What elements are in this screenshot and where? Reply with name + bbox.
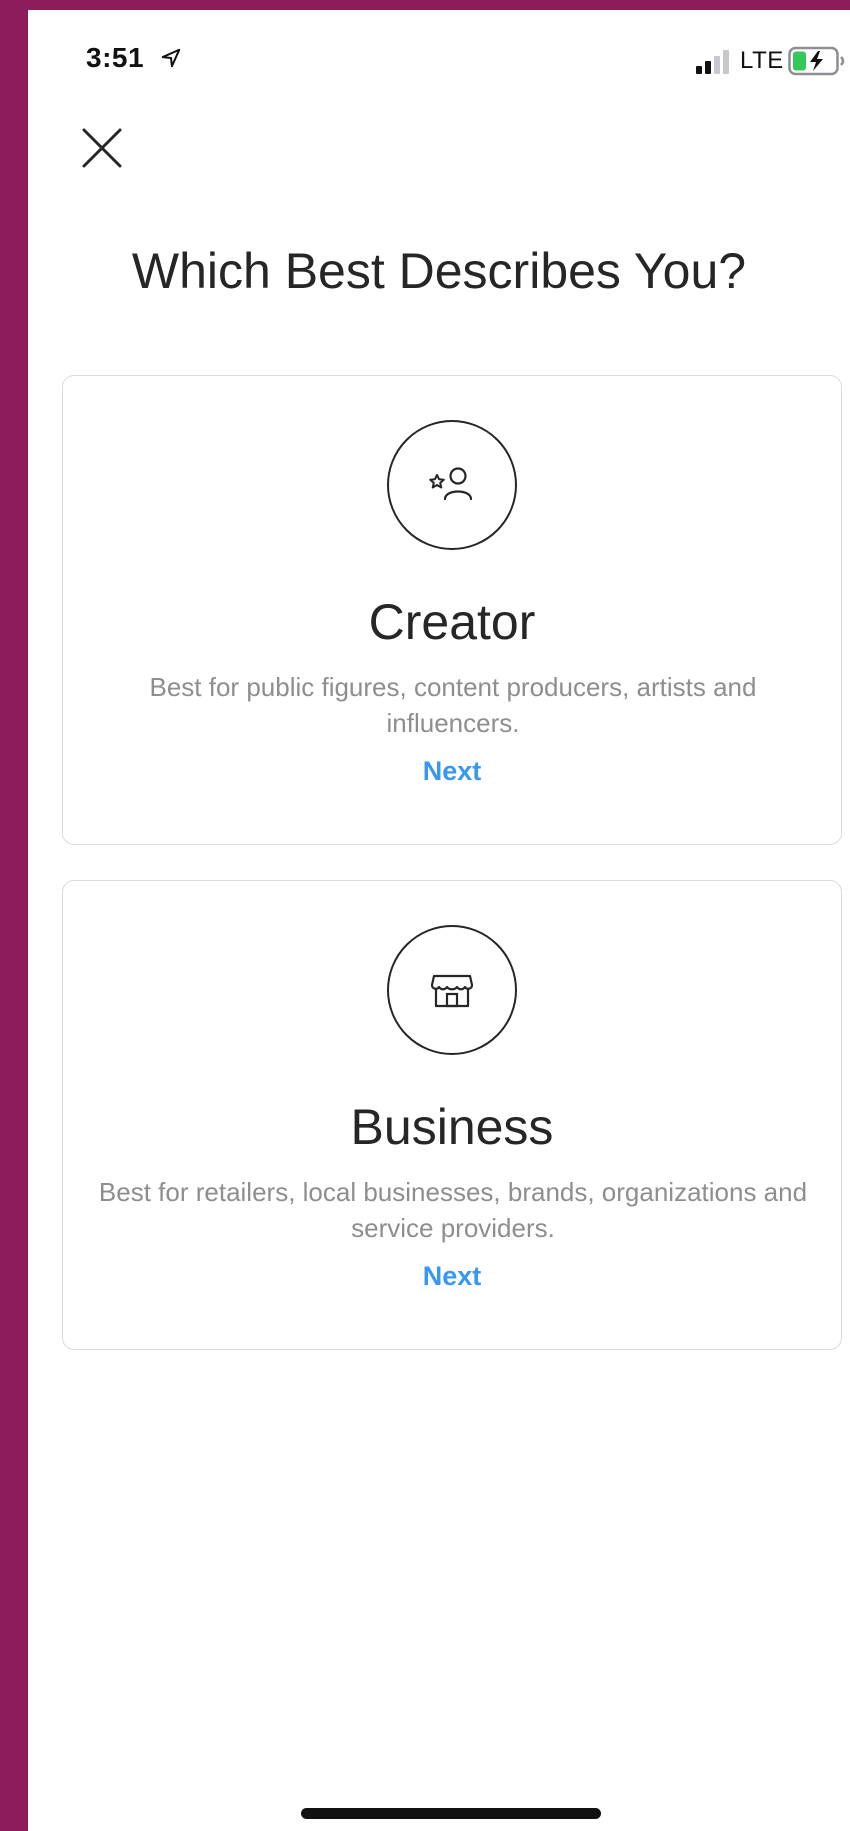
battery-charging-icon [788, 46, 845, 76]
business-option-card[interactable]: Business Best for retailers, local busin… [62, 880, 842, 1350]
carrier-label: LTE [740, 47, 784, 74]
page-title: Which Best Describes You? [131, 243, 747, 299]
business-description: Best for retailers, local businesses, br… [98, 1177, 808, 1243]
creator-option-card[interactable]: Creator Best for public figures, content… [62, 375, 842, 845]
creator-star-person-icon [429, 467, 473, 501]
screen: 3:51 LTE Which Best Describes You? Creat… [28, 10, 850, 1831]
storefront-icon [430, 974, 474, 1008]
creator-title: Creator [368, 594, 536, 650]
creator-next-button[interactable]: Next [63, 756, 841, 787]
location-arrow-icon [161, 48, 181, 68]
business-icon-circle [387, 925, 517, 1055]
home-indicator[interactable] [301, 1808, 601, 1819]
status-time: 3:51 [86, 42, 145, 73]
signal-bars-icon [696, 50, 729, 74]
creator-icon-circle [387, 420, 517, 550]
close-icon[interactable] [72, 118, 132, 178]
status-bar: 3:51 LTE [28, 10, 850, 80]
business-next-button[interactable]: Next [63, 1261, 841, 1292]
business-title: Business [350, 1099, 554, 1155]
creator-description: Best for public figures, content produce… [149, 672, 757, 738]
